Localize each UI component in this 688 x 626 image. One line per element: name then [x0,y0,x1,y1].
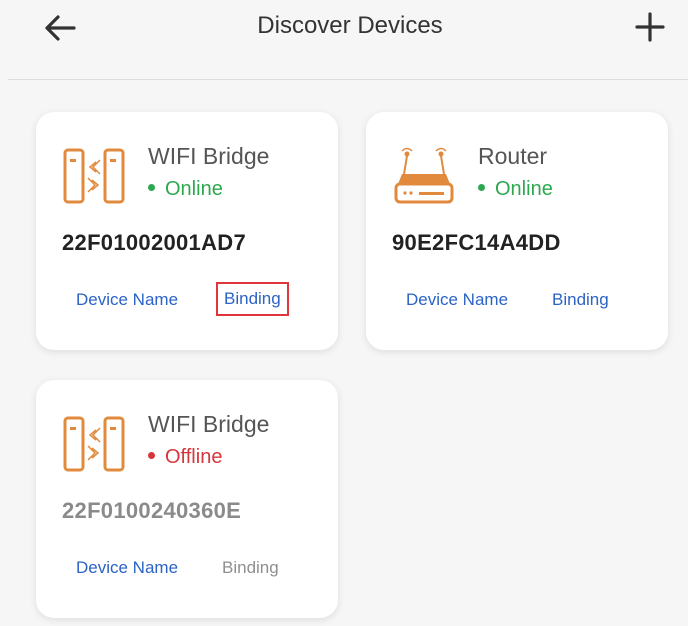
status-dot [148,184,155,192]
device-mac: 22F0100240360E [62,498,242,523]
status-dot [148,452,155,460]
device-name: Router [478,143,548,169]
device-mac: 22F01002001AD7 [62,230,247,255]
plus-icon [635,12,665,42]
device-name: WIFI Bridge [148,411,270,437]
device-card[interactable]: Router Online 90E2FC14A4DD Device Name B… [366,112,668,350]
status-label: Online [478,176,553,202]
device-name: WIFI Bridge [148,143,270,169]
device-card[interactable]: WIFI Bridge Offline 22F0100240360E Devic… [36,380,338,618]
status-label: Offline [148,444,222,470]
page-title: Discover Devices [257,12,443,39]
router-icon [392,144,456,208]
binding-button: Binding [222,558,279,577]
device-name-button[interactable]: Device Name [406,284,508,316]
status-text: Online [495,178,553,200]
device-mac: 90E2FC14A4DD [392,230,561,255]
add-device-button[interactable] [630,8,670,48]
status-dot [478,184,485,192]
status-text: Online [165,178,223,200]
status-text: Offline [165,446,223,468]
binding-button[interactable]: Binding [546,284,615,316]
header-divider [8,79,688,80]
device-name-button[interactable]: Device Name [76,284,178,316]
device-card[interactable]: WIFI Bridge Online 22F01002001AD7 Device… [36,112,338,350]
app-header: Discover Devices [0,0,688,80]
device-name-button[interactable]: Device Name [76,552,178,584]
wifi-bridge-icon [62,412,126,476]
wifi-bridge-icon [62,144,126,208]
binding-button[interactable]: Binding [216,282,289,316]
status-label: Online [148,176,223,202]
